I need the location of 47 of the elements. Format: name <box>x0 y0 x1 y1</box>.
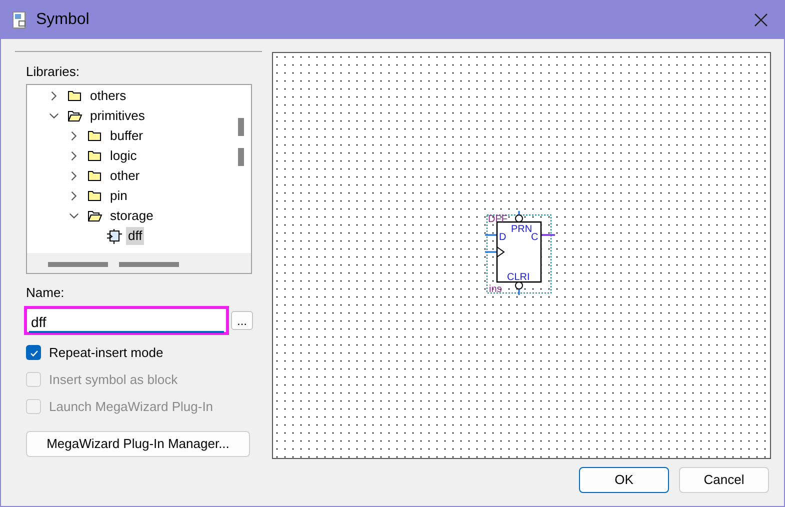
name-label: Name: <box>26 284 66 301</box>
checkbox[interactable] <box>26 345 41 360</box>
name-field[interactable]: dff <box>24 306 229 335</box>
window-title: Symbol <box>36 10 90 30</box>
tree-item[interactable]: primitives <box>88 107 147 125</box>
expand-chevron-icon[interactable] <box>69 151 79 161</box>
tree-item[interactable]: buffer <box>108 127 146 145</box>
symbol-type-label: DFF <box>488 214 508 225</box>
tree-item[interactable]: pin <box>108 187 130 205</box>
close-icon <box>754 13 768 27</box>
clear-pin-label: CLRI <box>507 272 530 283</box>
tree-item[interactable]: storage <box>108 207 156 225</box>
scrollbar-thumb <box>48 262 108 267</box>
folder-icon <box>88 170 102 182</box>
folder-icon <box>68 90 82 102</box>
tree-item[interactable]: dff <box>126 227 144 245</box>
open-folder-icon <box>68 110 82 122</box>
preset-pin-label: PRN <box>511 224 532 235</box>
instance-name-label: ins <box>489 284 502 295</box>
output-pin-label: C <box>531 232 538 243</box>
folder-icon <box>88 130 102 142</box>
expand-chevron-icon[interactable] <box>49 91 59 101</box>
expand-chevron-icon[interactable] <box>69 171 79 181</box>
checkbox-label: Insert symbol as block <box>49 370 178 389</box>
cancel-button[interactable]: Cancel <box>679 467 769 493</box>
browse-button[interactable]: ... <box>231 311 253 330</box>
collapse-chevron-icon[interactable] <box>49 111 59 121</box>
ok-button[interactable]: OK <box>579 467 669 493</box>
flip-flop-symbol-icon <box>107 228 122 244</box>
checkbox-label: Launch MegaWizard Plug-In <box>49 398 214 416</box>
tree-item[interactable]: logic <box>108 147 139 165</box>
libraries-label: Libraries: <box>26 63 80 80</box>
scrollbar-thumb <box>238 148 244 166</box>
tree-item[interactable]: others <box>88 87 128 105</box>
open-folder-icon <box>88 210 102 222</box>
expand-chevron-icon[interactable] <box>69 131 79 141</box>
scrollbar-thumb <box>238 118 244 136</box>
app-icon <box>12 11 28 29</box>
megawizard-manager-button[interactable]: MegaWizard Plug-In Manager... <box>26 431 250 457</box>
checkbox-label: Repeat-insert mode <box>49 344 164 362</box>
expand-chevron-icon[interactable] <box>69 191 79 201</box>
data-pin-label: D <box>499 232 506 243</box>
folder-icon <box>88 190 102 202</box>
tree-item[interactable]: other <box>108 167 142 185</box>
collapse-chevron-icon[interactable] <box>69 211 79 221</box>
folder-icon <box>88 150 102 162</box>
scrollbar-thumb <box>119 262 179 267</box>
